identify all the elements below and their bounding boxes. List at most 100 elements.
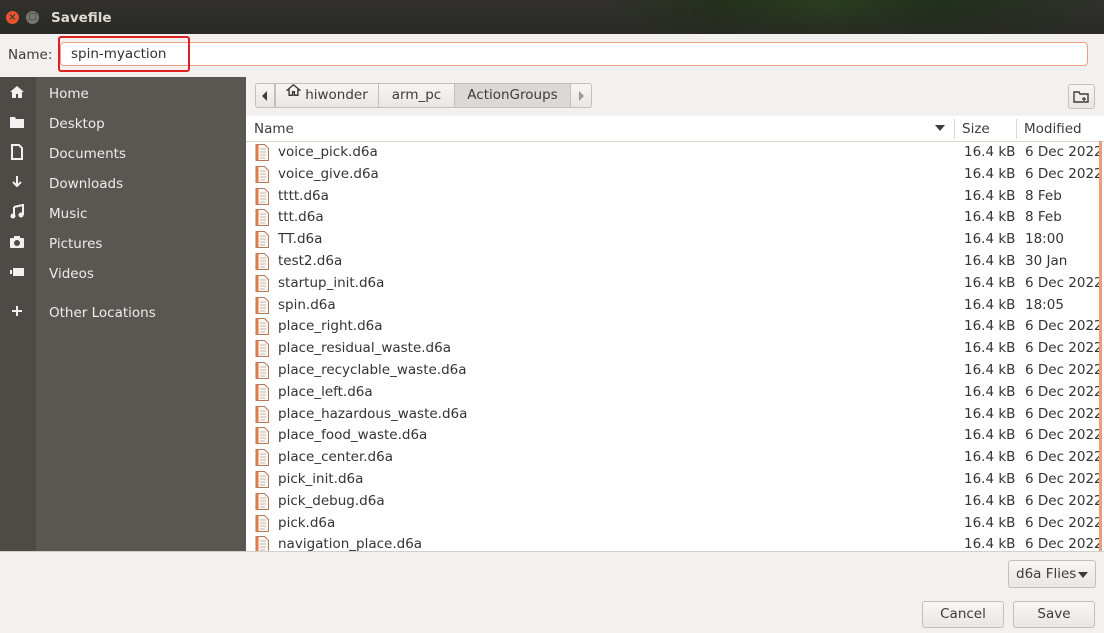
file-size: 16.4 kB xyxy=(964,427,1016,444)
text-file-icon xyxy=(255,449,269,467)
file-row[interactable]: pick.d6a 16.4 kB 6 Dec 2022 xyxy=(246,513,1104,535)
file-size: 16.4 kB xyxy=(964,492,1016,509)
file-row[interactable]: navigation_place.d6a 16.4 kB 6 Dec 2022 xyxy=(246,534,1104,551)
file-size: 16.4 kB xyxy=(964,362,1016,378)
close-window-icon[interactable]: × xyxy=(6,11,19,24)
sidebar-item-desktop[interactable]: Desktop xyxy=(0,110,246,138)
path-segment-label: hiwonder xyxy=(305,87,368,103)
path-back-button[interactable] xyxy=(255,83,275,108)
file-name: place_hazardous_waste.d6a xyxy=(278,405,468,422)
new-folder-button[interactable] xyxy=(1068,84,1095,109)
text-file-icon xyxy=(255,536,269,551)
file-name: navigation_place.d6a xyxy=(278,536,423,551)
text-file-icon xyxy=(255,209,269,227)
sidebar-item-label: Other Locations xyxy=(49,305,156,321)
file-row[interactable]: tttt.d6a 16.4 kB 8 Feb xyxy=(246,186,1104,208)
file-name: pick.d6a xyxy=(278,514,336,531)
title-bar: × □ Savefile xyxy=(0,0,1104,34)
text-file-icon xyxy=(255,362,269,379)
file-modified: 6 Dec 2022 xyxy=(1025,536,1103,551)
text-file-icon xyxy=(255,231,269,249)
file-row[interactable]: TT.d6a 16.4 kB 18:00 xyxy=(246,229,1104,251)
video-icon xyxy=(8,264,26,282)
file-row[interactable]: ttt.d6a 16.4 kB 8 Feb xyxy=(246,207,1104,229)
file-row[interactable]: place_recyclable_waste.d6a 16.4 kB 6 Dec 2… xyxy=(246,360,1104,382)
file-row[interactable]: place_right.d6a 16.4 kB 6 Dec 2022 xyxy=(246,316,1104,338)
file-list[interactable]: Name Size Modified voice_pick.d6a 16.4 kB… xyxy=(246,116,1104,551)
file-modified: 6 Dec 2022 xyxy=(1025,427,1103,444)
file-type-filter-dropdown[interactable]: d6a Flies xyxy=(1008,560,1096,588)
window-title: Savefile xyxy=(51,10,112,26)
file-size: 16.4 kB xyxy=(964,514,1016,531)
path-forward-button[interactable] xyxy=(570,83,592,108)
maximize-window-icon[interactable]: □ xyxy=(26,11,39,24)
file-row[interactable]: place_residual_waste.d6a 16.4 kB 6 Dec 202… xyxy=(246,338,1104,360)
file-size: 16.4 kB xyxy=(964,165,1016,182)
text-file-icon xyxy=(255,492,269,510)
sort-descending-icon[interactable] xyxy=(935,125,945,132)
file-row[interactable]: voice_pick.d6a 16.4 kB 6 Dec 2022 xyxy=(246,142,1104,164)
file-modified: 6 Dec 2022 xyxy=(1025,144,1103,160)
column-header-size[interactable]: Size xyxy=(962,121,990,137)
file-name: pick_debug.d6a xyxy=(278,492,385,509)
file-name: ttt.d6a xyxy=(278,209,324,226)
file-row[interactable]: spin.d6a 16.4 kB 18:05 xyxy=(246,295,1104,317)
sidebar-item-downloads[interactable]: Downloads xyxy=(0,170,246,198)
sidebar-item-pictures[interactable]: Pictures xyxy=(0,230,246,258)
file-name: place_right.d6a xyxy=(278,318,383,335)
home-icon xyxy=(8,84,26,102)
file-name: test2.d6a xyxy=(278,253,343,269)
file-row[interactable]: pick_init.d6a 16.4 kB 6 Dec 2022 xyxy=(246,469,1104,491)
text-file-icon xyxy=(255,187,269,205)
file-name: place_center.d6a xyxy=(278,449,393,466)
places-sidebar: Home Desktop Documents Downloads Music P… xyxy=(0,77,246,551)
file-modified: 18:05 xyxy=(1025,296,1064,313)
file-row[interactable]: place_center.d6a 16.4 kB 6 Dec 2022 xyxy=(246,447,1104,469)
file-modified: 6 Dec 2022 xyxy=(1025,514,1103,531)
sidebar-item-videos[interactable]: Videos xyxy=(0,260,246,288)
file-size: 16.4 kB xyxy=(964,383,1016,400)
camera-icon xyxy=(8,234,26,252)
chevron-right-icon xyxy=(579,91,584,101)
file-row[interactable]: place_food_waste.d6a 16.4 kB 6 Dec 2022 xyxy=(246,425,1104,447)
sidebar-item-label: Music xyxy=(49,206,88,222)
name-row: Name: xyxy=(0,34,1104,76)
text-file-icon xyxy=(255,340,269,358)
file-modified: 6 Dec 2022 xyxy=(1025,362,1103,378)
sidebar-item-label: Videos xyxy=(49,266,94,282)
path-segment-actiongroups[interactable]: ActionGroups xyxy=(454,83,571,108)
file-size: 16.4 kB xyxy=(964,471,1016,487)
sidebar-item-label: Home xyxy=(49,86,89,102)
sidebar-item-label: Downloads xyxy=(49,176,124,192)
file-size: 16.4 kB xyxy=(964,536,1016,551)
sidebar-item-label: Documents xyxy=(49,146,126,162)
sidebar-item-documents[interactable]: Documents xyxy=(0,140,246,168)
file-row[interactable]: test2.d6a 16.4 kB 30 Jan xyxy=(246,251,1104,273)
file-row[interactable]: voice_give.d6a 16.4 kB 6 Dec 2022 xyxy=(246,164,1104,186)
text-file-icon xyxy=(255,383,269,401)
file-modified: 6 Dec 2022 xyxy=(1025,165,1103,182)
sidebar-item-music[interactable]: Music xyxy=(0,200,246,228)
file-modified: 6 Dec 2022 xyxy=(1025,449,1103,466)
file-size: 16.4 kB xyxy=(964,144,1016,160)
filename-input[interactable] xyxy=(60,42,1088,66)
file-name: TT.d6a xyxy=(278,231,323,248)
sidebar-item-other-locations[interactable]: Other Locations xyxy=(0,299,246,327)
file-row[interactable]: place_hazardous_waste.d6a 16.4 kB 6 Dec 20… xyxy=(246,404,1104,426)
cancel-button[interactable]: Cancel xyxy=(922,601,1004,628)
text-file-icon xyxy=(255,514,269,532)
download-icon xyxy=(8,174,26,192)
file-modified: 6 Dec 2022 xyxy=(1025,340,1103,357)
save-button[interactable]: Save xyxy=(1013,601,1095,628)
path-segment-hiwonder[interactable]: hiwonder xyxy=(275,83,379,108)
file-row[interactable]: pick_debug.d6a 16.4 kB 6 Dec 2022 xyxy=(246,491,1104,513)
file-row[interactable]: startup_init.d6a 16.4 kB 6 Dec 2022 xyxy=(246,273,1104,295)
column-header-name[interactable]: Name xyxy=(254,121,294,137)
file-row[interactable]: place_left.d6a 16.4 kB 6 Dec 2022 xyxy=(246,382,1104,404)
path-segment-label: ActionGroups xyxy=(467,87,558,103)
column-header-modified[interactable]: Modified xyxy=(1024,121,1082,137)
sidebar-item-home[interactable]: Home xyxy=(0,80,246,108)
file-modified: 6 Dec 2022 xyxy=(1025,383,1103,400)
scrollbar[interactable] xyxy=(1099,141,1102,551)
path-segment-arm-pc[interactable]: arm_pc xyxy=(378,83,455,108)
